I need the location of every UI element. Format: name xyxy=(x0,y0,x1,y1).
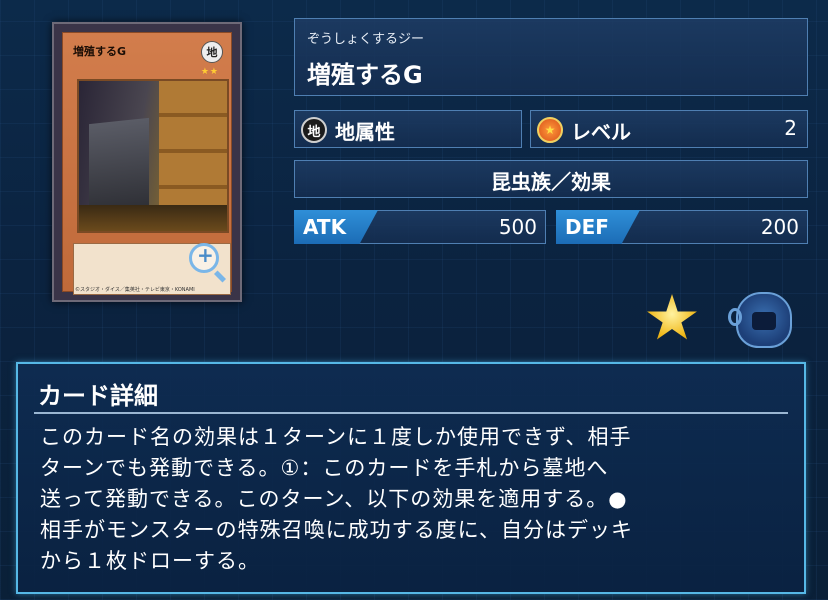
attribute-label: 地属性 xyxy=(335,120,395,144)
card-thumb-attribute-icon: 地 xyxy=(201,41,223,63)
pot-face xyxy=(752,312,776,330)
level-value: 2 xyxy=(784,116,797,140)
pot-handle xyxy=(728,308,742,326)
atk-label: ATK xyxy=(303,215,347,239)
card-name-ruby: ぞうしょくするジー xyxy=(307,32,425,47)
card-detail-panel: カード詳細 このカード名の効果は１ターンに１度しか使用できず、相手 ターンでも発… xyxy=(16,362,806,594)
card-frame: 増殖するG 地 ★★ ©スタジオ・ダイス／集英社・テレビ東京・KONAMI xyxy=(62,32,232,295)
card-name: 増殖するG xyxy=(307,61,423,89)
monster-type: 昆虫族／効果 xyxy=(491,170,611,194)
card-name-panel: ぞうしょくするジー 増殖するG xyxy=(294,18,808,96)
art-floor xyxy=(79,205,227,231)
card-thumb-level-stars: ★★ xyxy=(200,67,219,77)
def-value: 200 xyxy=(760,215,799,239)
atk-value: 500 xyxy=(498,215,537,239)
level-panel: ★ レベル 2 xyxy=(530,110,808,148)
detail-effect-text: このカード名の効果は１ターンに１度しか使用できず、相手 ターンでも発動できる。①… xyxy=(40,425,633,573)
detail-title: カード詳細 xyxy=(38,382,158,410)
art-appliance xyxy=(89,117,149,215)
card-thumbnail[interactable]: 増殖するG 地 ★★ ©スタジオ・ダイス／集英社・テレビ東京・KONAMI xyxy=(52,22,242,302)
favorite-star-icon[interactable] xyxy=(647,294,697,340)
attribute-panel: 地 地属性 xyxy=(294,110,522,148)
pot-of-greed-icon[interactable] xyxy=(728,292,792,348)
def-label: DEF xyxy=(565,215,609,239)
card-thumb-name: 増殖するG xyxy=(73,45,127,58)
detail-divider xyxy=(34,412,788,414)
def-panel: DEF 200 xyxy=(556,210,808,244)
card-artwork xyxy=(77,79,229,233)
zoom-icon[interactable] xyxy=(189,243,219,273)
level-star-icon: ★ xyxy=(537,117,563,143)
level-label: レベル xyxy=(571,120,631,144)
atk-panel: ATK 500 xyxy=(294,210,546,244)
card-copyright: ©スタジオ・ダイス／集英社・テレビ東京・KONAMI xyxy=(75,287,195,293)
type-panel: 昆虫族／効果 xyxy=(294,160,808,198)
earth-attribute-icon: 地 xyxy=(301,117,327,143)
